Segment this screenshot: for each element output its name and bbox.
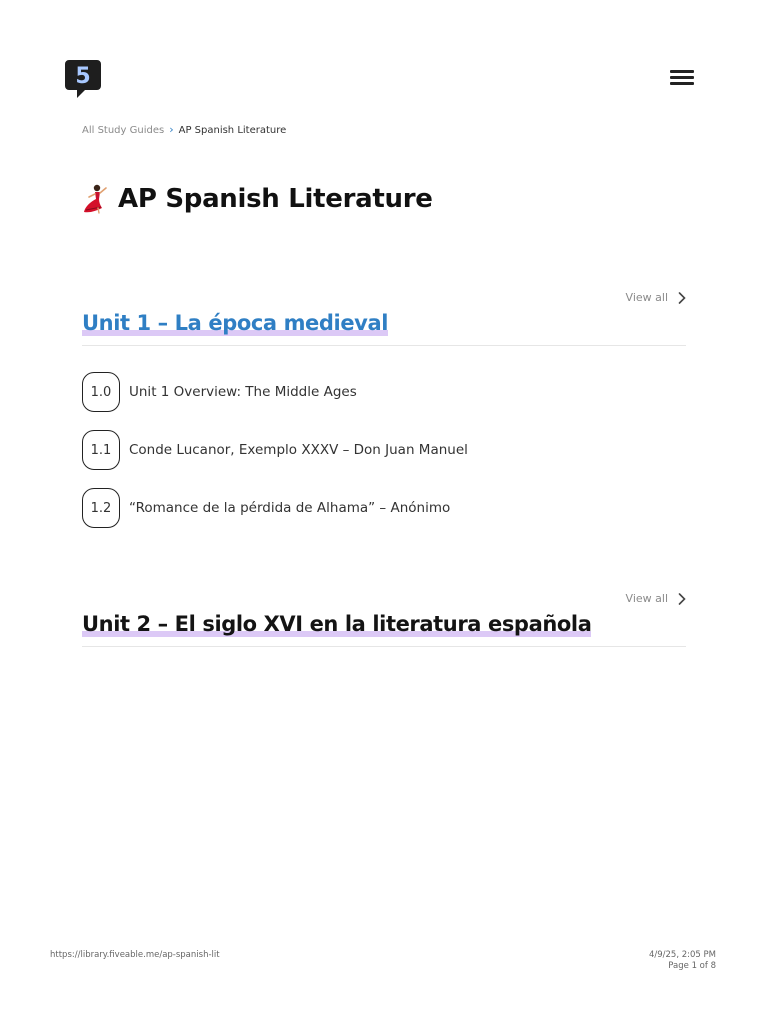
chevron-right-icon: › <box>169 123 174 136</box>
unit-2-header: Unit 2 – El siglo XVI en la literatura e… <box>82 592 686 647</box>
unit-2-view-all-link[interactable]: View all <box>626 592 686 605</box>
view-all-label: View all <box>625 592 668 605</box>
flamenco-dancer-icon <box>84 184 107 214</box>
unit-2-title[interactable]: Unit 2 – El siglo XVI en la literatura e… <box>82 612 592 637</box>
unit-1-view-all-link[interactable]: View all <box>626 291 686 304</box>
footer-meta: 4/9/25, 2:05 PM Page 1 of 8 <box>649 950 716 972</box>
unit-1-topic-list: 1.0 Unit 1 Overview: The Middle Ages 1.1… <box>82 371 686 529</box>
logo-text: 5 <box>75 64 90 89</box>
topic-number-badge: 1.0 <box>82 372 120 412</box>
topic-item[interactable]: 1.1 Conde Lucanor, Exemplo XXXV – Don Ju… <box>82 429 686 471</box>
page-title: AP Spanish Literature <box>82 184 433 214</box>
topic-number-badge: 1.2 <box>82 488 120 528</box>
topic-title: Unit 1 Overview: The Middle Ages <box>129 384 357 400</box>
hamburger-icon <box>670 70 694 85</box>
footer-datetime: 4/9/25, 2:05 PM <box>648 950 716 960</box>
logo-icon: 5 <box>65 60 101 98</box>
footer-page-number: Page 1 of 8 <box>668 961 716 971</box>
breadcrumb-current-page: AP Spanish Literature <box>178 125 287 136</box>
topic-title: “Romance de la pérdida de Alhama” – Anón… <box>129 500 451 516</box>
topic-number-badge: 1.1 <box>82 430 120 470</box>
footer-url: https://library.fiveable.me/ap-spanish-l… <box>50 950 220 960</box>
topic-item[interactable]: 1.2 “Romance de la pérdida de Alhama” – … <box>82 487 686 529</box>
unit-1-title[interactable]: Unit 1 – La época medieval <box>82 311 388 336</box>
unit-1-header: Unit 1 – La época medieval View all <box>82 291 686 346</box>
chevron-right-icon <box>678 592 686 605</box>
unit-1-section: Unit 1 – La época medieval View all 1.0 … <box>82 291 686 545</box>
fiveable-logo[interactable]: 5 <box>65 60 101 98</box>
breadcrumb: All Study Guides › AP Spanish Literature <box>82 123 287 137</box>
menu-button[interactable] <box>670 68 694 88</box>
topic-title: Conde Lucanor, Exemplo XXXV – Don Juan M… <box>129 442 468 458</box>
unit-2-section: Unit 2 – El siglo XVI en la literatura e… <box>82 592 686 647</box>
chevron-right-icon <box>678 291 686 304</box>
view-all-label: View all <box>625 291 668 304</box>
breadcrumb-link-all-study-guides[interactable]: All Study Guides <box>82 125 164 136</box>
topic-item[interactable]: 1.0 Unit 1 Overview: The Middle Ages <box>82 371 686 413</box>
page-title-text: AP Spanish Literature <box>118 184 433 214</box>
